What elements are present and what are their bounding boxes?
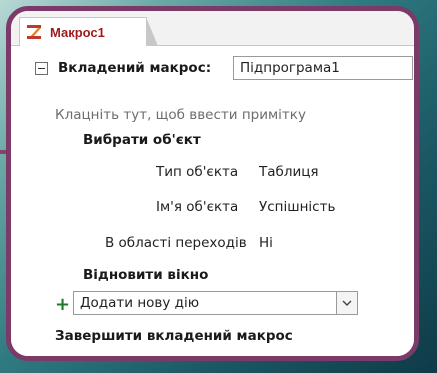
object-name-value[interactable]: Успішність [259, 199, 335, 215]
macro-editor: Вкладений макрос: Підпрограма1 Клацніть … [11, 46, 414, 356]
add-action-dropdown[interactable]: Додати нову дію [73, 291, 358, 315]
restore-window-action[interactable]: Відновити вікно [83, 267, 208, 283]
tab-label: Макрос1 [50, 24, 105, 40]
macro-designer-window: Макрос1 Вкладений макрос: Підпрограма1 К… [6, 6, 419, 361]
in-nav-pane-label: В області переходів [105, 235, 247, 251]
select-object-action[interactable]: Вибрати об'єкт [83, 132, 201, 148]
collapse-icon[interactable] [35, 61, 48, 75]
object-type-value[interactable]: Таблиця [259, 164, 319, 180]
submacro-name-input[interactable]: Підпрограма1 [233, 56, 413, 80]
in-nav-pane-value[interactable]: Ні [259, 235, 273, 251]
comment-placeholder[interactable]: Клацніть тут, щоб ввести примітку [55, 107, 306, 123]
macro-icon [26, 23, 44, 41]
add-action-value: Додати нову дію [80, 295, 200, 311]
object-type-label: Тип об'єкта [156, 164, 239, 180]
tab-macro1[interactable]: Макрос1 [19, 17, 158, 46]
chevron-down-icon[interactable] [336, 292, 357, 314]
end-submacro-label: Завершити вкладений макрос [55, 328, 293, 344]
plus-icon: + [55, 294, 71, 315]
submacro-label: Вкладений макрос: [58, 60, 212, 76]
object-name-label: Ім'я об'єкта [156, 199, 239, 215]
document-tab-strip: Макрос1 [11, 11, 414, 46]
